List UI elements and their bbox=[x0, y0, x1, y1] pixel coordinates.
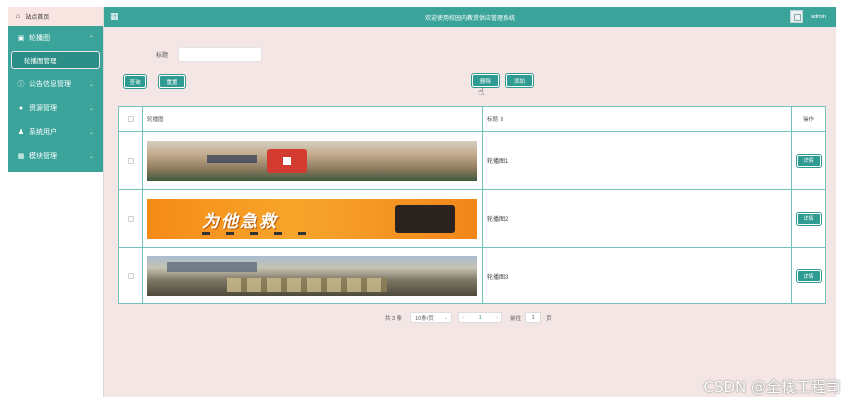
chevron-down-icon: ⌄ bbox=[88, 105, 94, 112]
chevron-up-icon: ⌃ bbox=[88, 35, 94, 42]
sidebar-subitem-label: 轮播图管理 bbox=[24, 58, 57, 65]
main-content: 标题 查询 重置 删除 添加 ☝ 轮播图 标题 ⇕ 操作 轮播图1 详情 为他急… bbox=[104, 27, 836, 397]
prev-page-icon[interactable]: ‹ bbox=[462, 315, 464, 321]
query-button[interactable]: 查询 bbox=[124, 75, 146, 88]
sidebar-home-label: 站点首页 bbox=[25, 15, 50, 21]
carousel-image-3 bbox=[147, 256, 477, 296]
sidebar-item-label: 模块管理 bbox=[29, 153, 57, 160]
header-title[interactable]: 标题 ⇕ bbox=[483, 107, 792, 131]
header-actions: 操作 bbox=[802, 117, 814, 123]
chevron-down-icon: ⌄ bbox=[88, 81, 94, 88]
carousel-table: 轮播图 标题 ⇕ 操作 轮播图1 详情 为他急救 轮播图2 详情 轮播图3 详情 bbox=[118, 106, 826, 304]
row-checkbox[interactable] bbox=[127, 157, 134, 164]
title-filter-label: 标题 bbox=[156, 53, 169, 59]
username[interactable]: admin bbox=[811, 14, 826, 20]
image-cell bbox=[143, 248, 483, 304]
pin-icon: ● bbox=[18, 104, 24, 112]
pagination: 共 3 条 10条/页 ⌄ ‹ 1 › 前往 1 页 bbox=[385, 312, 552, 323]
sidebar-subitem-carousel-manage[interactable]: 轮播图管理 bbox=[11, 51, 100, 69]
sidebar-item-modules[interactable]: ▦ 模块管理 ⌄ bbox=[8, 144, 103, 168]
sidebar-item-label: 公告信息管理 bbox=[29, 81, 71, 88]
carousel-image-2: 为他急救 bbox=[147, 198, 477, 239]
title-cell: 轮播图2 bbox=[483, 190, 792, 247]
actions-cell: 详情 bbox=[792, 132, 825, 189]
page-size-select[interactable]: 10条/页 ⌄ bbox=[410, 312, 453, 323]
title-cell: 轮播图3 bbox=[483, 248, 792, 304]
topbar: ▦ 欢迎使用校园内教资供应管理系统 admin bbox=[104, 7, 836, 27]
sidebar-item-label: 系统用户 bbox=[29, 129, 57, 136]
select-all-checkbox[interactable] bbox=[127, 116, 134, 122]
app-title: 欢迎使用校园内教资供应管理系统 bbox=[424, 16, 515, 22]
avatar[interactable] bbox=[790, 10, 803, 23]
sidebar-item-label: 资源管理 bbox=[29, 105, 57, 112]
page-unit-label: 页 bbox=[546, 315, 552, 322]
select-all-cell bbox=[119, 107, 143, 131]
info-circle-icon: ⓘ bbox=[17, 81, 25, 88]
goto-label: 前往 bbox=[510, 315, 522, 322]
row-checkbox[interactable] bbox=[127, 215, 134, 222]
image-cell bbox=[143, 132, 483, 189]
chevron-down-icon: ⌄ bbox=[88, 153, 94, 160]
user-icon: ♟ bbox=[17, 129, 25, 136]
next-page-icon[interactable]: › bbox=[496, 315, 498, 321]
sidebar-item-users[interactable]: ♟ 系统用户 ⌄ bbox=[8, 120, 103, 144]
page-navigator: ‹ 1 › bbox=[458, 312, 503, 323]
hand-cursor-icon: ☝ bbox=[478, 87, 485, 98]
sidebar-item-resource[interactable]: ● 资源管理 ⌄ bbox=[8, 96, 103, 120]
sidebar-home[interactable]: ⌂ 站点首页 bbox=[8, 7, 103, 26]
actions-cell: 详情 bbox=[792, 190, 825, 247]
title-filter-input[interactable] bbox=[178, 47, 263, 62]
goto-page-input[interactable]: 1 bbox=[525, 312, 542, 323]
table-row: 轮播图1 详情 bbox=[119, 132, 825, 190]
sidebar-item-notice[interactable]: ⓘ 公告信息管理 ⌄ bbox=[8, 72, 103, 96]
table-row: 轮播图3 详情 bbox=[119, 248, 825, 304]
image-icon: ▣ bbox=[17, 35, 25, 42]
row-checkbox[interactable] bbox=[127, 273, 134, 279]
filter-bar: 标题 bbox=[156, 47, 263, 62]
page-size-value: 10条/页 bbox=[415, 315, 434, 322]
detail-button[interactable]: 详情 bbox=[796, 270, 821, 282]
actions-cell: 详情 bbox=[792, 248, 825, 304]
reset-button[interactable]: 重置 bbox=[159, 75, 185, 88]
title-cell: 轮播图1 bbox=[483, 132, 792, 189]
grid-icon: ▦ bbox=[17, 153, 25, 160]
image-cell: 为他急救 bbox=[143, 190, 483, 247]
row-select-cell bbox=[119, 132, 143, 189]
sidebar-item-label: 轮播图 bbox=[29, 35, 50, 42]
home-icon: ⌂ bbox=[16, 13, 21, 20]
header-image: 轮播图 bbox=[143, 107, 483, 131]
sidebar-menu: ▣ 轮播图 ⌃ 轮播图管理 ⓘ 公告信息管理 ⌄ ● 资源管理 ⌄ ♟ 系统用户… bbox=[8, 26, 103, 172]
banner-text: 为他急救 bbox=[202, 211, 278, 232]
table-row: 为他急救 轮播图2 详情 bbox=[119, 190, 825, 248]
carousel-image-1 bbox=[147, 140, 477, 181]
sidebar-item-carousel[interactable]: ▣ 轮播图 ⌃ bbox=[8, 26, 103, 50]
delete-button[interactable]: 删除 bbox=[472, 74, 499, 87]
current-page[interactable]: 1 bbox=[479, 315, 482, 321]
detail-button[interactable]: 详情 bbox=[796, 154, 821, 167]
chevron-down-icon: ⌄ bbox=[88, 129, 94, 136]
detail-button[interactable]: 详情 bbox=[796, 212, 821, 225]
add-button[interactable]: 添加 bbox=[506, 74, 533, 87]
row-select-cell bbox=[119, 248, 143, 304]
table-header-row: 轮播图 标题 ⇕ 操作 bbox=[119, 107, 825, 132]
row-select-cell bbox=[119, 190, 143, 247]
sidebar: ⌂ 站点首页 ▣ 轮播图 ⌃ 轮播图管理 ⓘ 公告信息管理 ⌄ ● 资源管理 ⌄… bbox=[8, 7, 104, 397]
watermark: CSDN @全栈工程司 bbox=[703, 378, 841, 396]
chevron-down-icon: ⌄ bbox=[443, 314, 449, 321]
pagination-total: 共 3 条 bbox=[385, 315, 403, 322]
